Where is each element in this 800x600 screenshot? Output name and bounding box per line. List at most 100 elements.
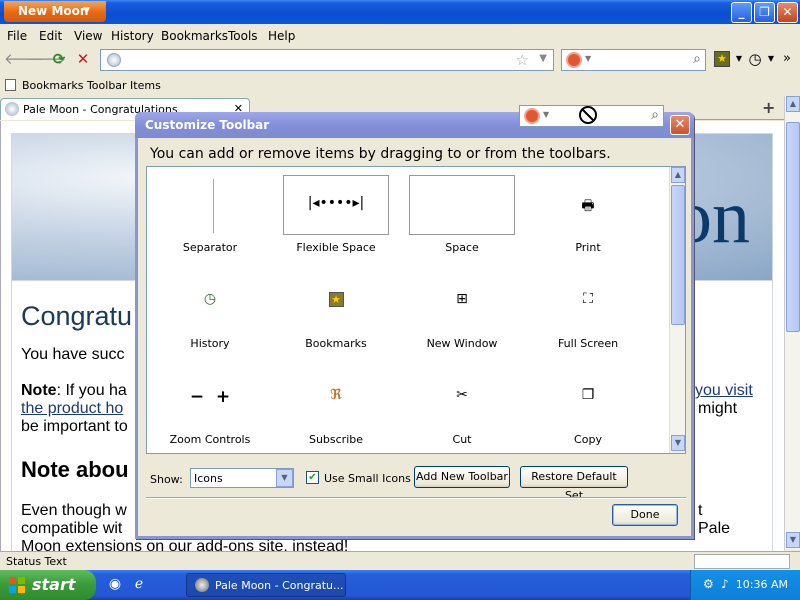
bookmarks-icon: ★ bbox=[277, 291, 395, 307]
palette-item-new-window[interactable]: ⊞ New Window bbox=[403, 265, 525, 355]
minimize-button[interactable]: _ bbox=[731, 2, 752, 23]
palette-item-label: Print bbox=[575, 241, 601, 254]
scroll-down-icon[interactable]: ▼ bbox=[786, 532, 800, 548]
duckduckgo-icon bbox=[524, 108, 540, 124]
palette-item-cut[interactable]: ✂ Cut bbox=[403, 361, 525, 451]
dialog-close-button[interactable]: ✕ bbox=[670, 115, 690, 135]
stop-icon[interactable]: ✕ bbox=[74, 50, 92, 68]
chevron-down-icon[interactable]: ▼ bbox=[585, 54, 591, 63]
duckduckgo-icon[interactable] bbox=[566, 52, 582, 68]
small-icons-checkbox[interactable]: ✔ bbox=[306, 471, 319, 484]
navigation-toolbar: 🡐 🡒 ⟳ ✕ ☆ ▼ ▼ ⌕ ★ ▼ ◷ ▼ » bbox=[0, 46, 800, 74]
magnifier-icon[interactable]: ⌕ bbox=[693, 51, 701, 67]
overflow-chevron-icon[interactable]: » bbox=[778, 50, 796, 68]
network-icon[interactable]: ⚙ bbox=[703, 577, 714, 591]
start-button[interactable]: start bbox=[0, 570, 96, 600]
chevron-down-icon[interactable]: ▼ bbox=[539, 53, 547, 64]
subscribe-icon: ℜ bbox=[330, 387, 342, 403]
menu-edit[interactable]: Edit bbox=[39, 29, 62, 43]
bookmarks-menu-icon[interactable]: ★ bbox=[714, 51, 730, 67]
bookmark-folder-icon bbox=[5, 79, 16, 91]
status-field bbox=[694, 554, 790, 569]
menu-file[interactable]: File bbox=[7, 29, 27, 43]
scroll-up-icon[interactable]: ▲ bbox=[786, 96, 800, 112]
add-new-toolbar-button[interactable]: Add New Toolbar bbox=[414, 466, 510, 488]
volume-icon[interactable]: ♪ bbox=[721, 577, 729, 591]
scroll-thumb[interactable] bbox=[786, 122, 800, 332]
scroll-thumb[interactable] bbox=[671, 185, 685, 325]
status-bar: Status Text bbox=[0, 551, 800, 570]
back-arrow-icon[interactable]: 🡐 bbox=[4, 50, 44, 68]
forward-arrow-icon[interactable]: 🡒 bbox=[26, 50, 66, 68]
menu-tools[interactable]: Tools bbox=[228, 29, 258, 43]
zoom-controls-icon: − + bbox=[189, 387, 231, 407]
start-label: start bbox=[32, 575, 76, 594]
palette-item-label: Subscribe bbox=[308, 433, 364, 446]
palette-item-label: Separator bbox=[182, 241, 238, 254]
palette-item-label: Copy bbox=[574, 433, 602, 446]
url-input[interactable]: ☆ ▼ bbox=[100, 49, 554, 71]
chevron-down-icon[interactable]: ▼ bbox=[276, 469, 293, 487]
show-label: Show: bbox=[150, 473, 183, 486]
chevron-down-icon: ▼ bbox=[83, 6, 90, 16]
menu-help[interactable]: Help bbox=[268, 29, 295, 43]
palette-item-history[interactable]: ◷ History bbox=[151, 265, 273, 355]
new-tab-button[interactable]: + bbox=[762, 98, 775, 117]
reload-icon[interactable]: ⟳ bbox=[50, 50, 68, 68]
palette-item-subscribe[interactable]: ℜ Subscribe bbox=[277, 361, 399, 451]
product-home-link[interactable]: the product ho bbox=[21, 400, 123, 418]
dialog-controls: Show: Icons ▼ ✔ Use Small Icons Add New … bbox=[138, 456, 691, 536]
scroll-up-icon[interactable]: ▲ bbox=[671, 167, 685, 183]
scroll-down-icon[interactable]: ▼ bbox=[671, 435, 685, 451]
maximize-button[interactable]: ❐ bbox=[754, 2, 775, 23]
palette-item-bookmarks[interactable]: ★ Bookmarks bbox=[277, 265, 399, 355]
palette-item-copy[interactable]: ❐ Copy bbox=[529, 361, 651, 451]
space-icon bbox=[409, 175, 515, 235]
palette-scrollbar[interactable]: ▲ ▼ bbox=[669, 167, 685, 453]
palette-item-flexible-space[interactable]: |◂••••▸| Flexible Space bbox=[277, 169, 399, 259]
bookmarks-toolbar: Bookmarks Toolbar Items bbox=[0, 74, 800, 96]
palette-item-full-screen[interactable]: ⛶ Full Screen bbox=[529, 265, 651, 355]
print-icon: 🖶 bbox=[581, 198, 595, 214]
palette-item-label: Cut bbox=[452, 433, 472, 446]
chevron-down-icon: ▼ bbox=[543, 110, 550, 119]
restore-default-set-button[interactable]: Restore Default Set bbox=[520, 466, 628, 502]
palette-item-label: Zoom Controls bbox=[169, 433, 251, 446]
globe-icon bbox=[107, 53, 121, 67]
quicklaunch-ie-icon[interactable]: ℯ bbox=[130, 576, 148, 594]
palette-item-label: History bbox=[190, 337, 230, 350]
show-select[interactable]: Icons ▼ bbox=[190, 468, 294, 488]
dialog-hint: You can add or remove items by dragging … bbox=[150, 146, 611, 162]
dialog-title: Customize Toolbar bbox=[145, 118, 270, 132]
page-line-3: be important to bbox=[21, 418, 128, 435]
palette-item-space[interactable]: Space bbox=[403, 169, 525, 259]
close-window-button[interactable]: ✕ bbox=[777, 2, 798, 23]
magnifier-icon: ⌕ bbox=[651, 107, 659, 123]
page-scrollbar[interactable]: ▲ ▼ bbox=[784, 96, 800, 550]
flexible-space-icon: |◂••••▸| bbox=[307, 195, 365, 211]
note-line: Note: If you ha bbox=[21, 382, 127, 400]
menu-bookmarks[interactable]: Bookmarks bbox=[161, 29, 228, 43]
note-link-right[interactable]: you visit bbox=[695, 382, 753, 400]
para2-line-1-right: t bbox=[698, 502, 703, 519]
menu-history[interactable]: History bbox=[111, 29, 154, 43]
quicklaunch-explorer-icon[interactable]: ◉ bbox=[106, 576, 124, 594]
palette-item-label: Space bbox=[445, 241, 479, 254]
taskbar-pale-moon[interactable]: Pale Moon - Congratu... bbox=[186, 573, 346, 597]
para2-line-2-right: Pale bbox=[698, 520, 731, 537]
search-input[interactable]: ▼ ⌕ bbox=[561, 49, 706, 71]
menu-view[interactable]: View bbox=[74, 29, 102, 43]
palette-item-separator[interactable]: Separator bbox=[151, 169, 273, 259]
palette-item-zoom-controls[interactable]: − + Zoom Controls bbox=[151, 361, 273, 451]
windows-flag-icon bbox=[9, 577, 25, 593]
palette-item-print[interactable]: 🖶 Print bbox=[529, 169, 651, 259]
app-menu-label: New Moon bbox=[18, 4, 89, 18]
separator-box bbox=[157, 175, 263, 235]
dialog-separator bbox=[146, 497, 686, 499]
small-icons-label[interactable]: Use Small Icons bbox=[324, 472, 411, 485]
done-button[interactable]: Done bbox=[612, 504, 678, 526]
app-menu-button[interactable]: New Moon ▼ bbox=[4, 1, 106, 22]
new-window-icon: ⊞ bbox=[456, 291, 468, 307]
bookmark-star-icon[interactable]: ☆ bbox=[516, 51, 529, 69]
bookmarks-toolbar-label[interactable]: Bookmarks Toolbar Items bbox=[22, 79, 161, 92]
